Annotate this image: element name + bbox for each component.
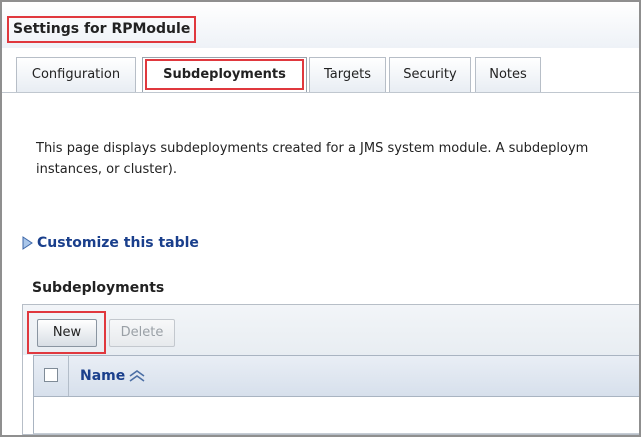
- new-button[interactable]: New: [37, 319, 97, 347]
- table-toolbar: New Delete: [23, 305, 639, 355]
- tab-subdeployments-label: Subdeployments: [163, 67, 286, 82]
- delete-button[interactable]: Delete: [109, 319, 175, 347]
- tab-targets-label: Targets: [324, 67, 371, 82]
- settings-window: Settings for RPModule Configuration Subd…: [0, 0, 641, 437]
- title-highlight: Settings for RPModule: [7, 16, 197, 43]
- tab-notes-label: Notes: [489, 67, 527, 82]
- customize-table-label: Customize this table: [37, 235, 199, 251]
- table-header-row: Name: [33, 355, 639, 397]
- tab-configuration[interactable]: Configuration: [16, 57, 136, 92]
- column-name-label: Name: [80, 368, 126, 384]
- table-title: Subdeployments: [32, 280, 165, 296]
- tab-security[interactable]: Security: [389, 57, 471, 92]
- tab-bar: Configuration Subdeployments Targets Sec…: [2, 48, 639, 94]
- sort-chevrons-icon: [129, 370, 145, 382]
- customize-table-link[interactable]: Customize this table: [22, 232, 199, 254]
- select-all-checkbox[interactable]: [44, 368, 58, 382]
- tab-subdeployments[interactable]: Subdeployments: [142, 57, 307, 93]
- tab-notes[interactable]: Notes: [475, 57, 541, 92]
- triangle-right-icon: [22, 236, 33, 250]
- tab-security-label: Security: [403, 67, 457, 82]
- select-all-cell: [34, 356, 69, 396]
- page-header: Settings for RPModule: [2, 2, 639, 48]
- table-row: [33, 397, 639, 434]
- column-header-name[interactable]: Name: [80, 356, 146, 396]
- page-description: This page displays subdeployments create…: [36, 138, 639, 180]
- tab-configuration-label: Configuration: [31, 67, 121, 82]
- subdeployments-table: New Delete Name: [22, 304, 639, 435]
- description-line-2: instances, or cluster).: [36, 162, 177, 177]
- tab-targets[interactable]: Targets: [309, 57, 386, 92]
- page-title: Settings for RPModule: [13, 21, 191, 37]
- tab-divider: [2, 92, 639, 93]
- description-line-1: This page displays subdeployments create…: [36, 141, 589, 156]
